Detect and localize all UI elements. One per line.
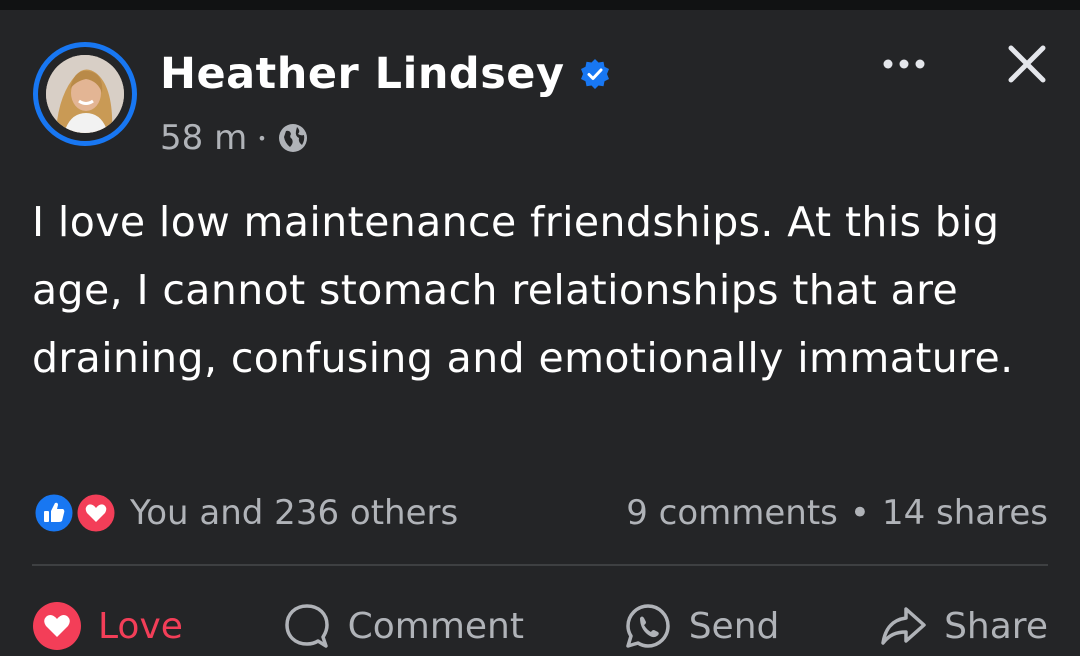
action-bar: Love Comment Send Share — [32, 596, 1048, 656]
reactions-count[interactable]: You and 236 others — [32, 491, 458, 535]
avatar-photo — [46, 55, 124, 133]
post-meta: 58 m • — [160, 118, 309, 158]
stats-separator: • — [849, 493, 870, 533]
love-label: Love — [98, 605, 183, 647]
send-button[interactable]: Send — [623, 601, 780, 651]
whatsapp-icon — [625, 604, 670, 648]
love-reaction-icon — [33, 602, 81, 650]
share-icon — [881, 607, 926, 645]
close-icon[interactable] — [1003, 40, 1051, 88]
globe-icon — [278, 124, 307, 152]
reactions-text: You and 236 others — [130, 493, 459, 533]
shares-count[interactable]: 14 shares — [882, 493, 1048, 533]
avatar[interactable] — [33, 42, 137, 146]
status-bar-strip — [0, 0, 1080, 10]
like-icon — [32, 491, 76, 535]
reaction-icons — [32, 491, 118, 535]
timestamp[interactable]: 58 m — [160, 118, 247, 158]
reactions-summary: You and 236 others 9 comments • 14 share… — [32, 488, 1048, 538]
comment-icon — [284, 604, 329, 648]
verified-badge-icon — [580, 59, 609, 89]
more-options-icon[interactable] — [880, 52, 928, 76]
post-text: I love low maintenance friendships. At t… — [32, 198, 1014, 382]
love-icon — [74, 491, 118, 535]
comment-button[interactable]: Comment — [282, 601, 524, 651]
divider — [32, 564, 1048, 566]
share-label: Share — [944, 605, 1048, 647]
comment-label: Comment — [347, 605, 524, 647]
author-name[interactable]: Heather Lindsey — [160, 49, 565, 99]
love-button[interactable]: Love — [32, 601, 183, 651]
comments-count[interactable]: 9 comments — [626, 493, 838, 533]
send-label: Send — [688, 605, 780, 647]
post-header: Heather Lindsey — [160, 44, 611, 104]
engagement-stats: 9 comments • 14 shares — [626, 493, 1048, 533]
share-button[interactable]: Share — [878, 601, 1048, 651]
meta-separator: • — [257, 128, 267, 148]
